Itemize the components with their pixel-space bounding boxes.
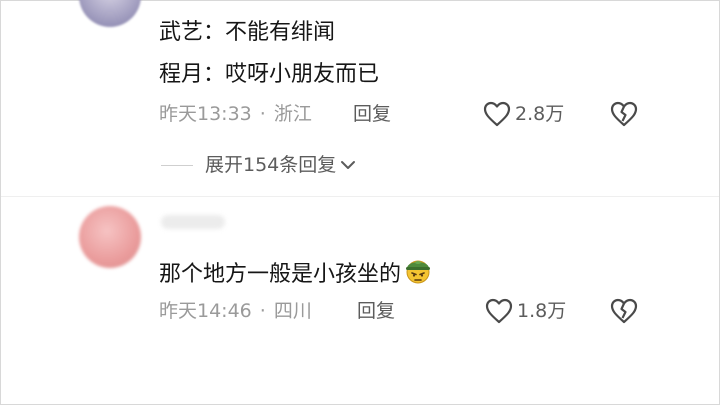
comment-text-content: 那个地方一般是小孩坐的: [159, 262, 402, 287]
comment-text: 那个地方一般是小孩坐的: [159, 256, 433, 293]
chevron-down-icon: [341, 161, 356, 169]
comment-text-line: 武艺：不能有绯闻: [159, 20, 336, 45]
heart-outline-icon: [485, 298, 513, 324]
comment-section: 武艺：不能有绯闻 程月：哎呀小朋友而已 昨天13:33 · 浙江 回复 2.8万…: [0, 0, 720, 405]
like-count: 2.8万: [515, 103, 565, 125]
comment-meta: 昨天13:33 · 浙江: [159, 102, 312, 126]
username[interactable]: [161, 215, 225, 229]
like-count: 1.8万: [517, 300, 567, 322]
dislike-button[interactable]: [610, 298, 638, 328]
expand-replies-button[interactable]: 展开154条回复: [161, 153, 356, 177]
comment-text-line: 程月：哎呀小朋友而已: [159, 62, 380, 87]
expand-replies-label: 展开154条回复: [205, 154, 337, 176]
broken-heart-icon: [610, 298, 638, 324]
separator: ·: [259, 300, 266, 322]
comment-meta: 昨天14:46 · 四川: [159, 299, 312, 323]
divider: [1, 196, 719, 197]
avatar[interactable]: [79, 0, 141, 27]
comment-time: 昨天13:33: [159, 103, 252, 125]
separator: ·: [259, 103, 266, 125]
expand-line: [161, 164, 193, 166]
soldier-face-emoji: [403, 256, 433, 293]
dislike-button[interactable]: [610, 101, 638, 131]
reply-button[interactable]: 回复: [357, 299, 395, 323]
comment-location: 四川: [273, 300, 312, 322]
heart-outline-icon: [483, 101, 511, 127]
comment-location: 浙江: [273, 103, 312, 125]
reply-button[interactable]: 回复: [353, 102, 391, 126]
like-button[interactable]: 1.8万: [485, 298, 566, 324]
like-button[interactable]: 2.8万: [483, 101, 564, 127]
broken-heart-icon: [610, 101, 638, 127]
comment-time: 昨天14:46: [159, 300, 252, 322]
avatar[interactable]: [79, 206, 141, 268]
